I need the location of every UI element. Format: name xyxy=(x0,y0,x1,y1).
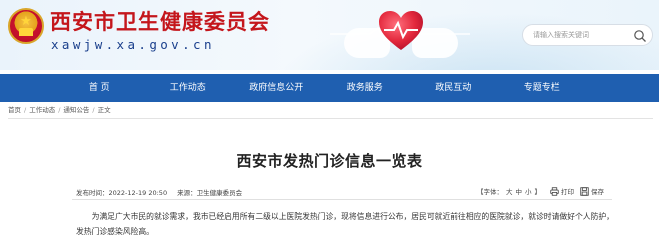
nav-item-topics[interactable]: 专题专栏 xyxy=(498,74,587,102)
search-icon[interactable] xyxy=(633,29,647,43)
heart-hands-icon xyxy=(330,4,470,68)
search-input[interactable] xyxy=(533,28,629,42)
save-label: 保存 xyxy=(591,188,604,196)
article-source: 来源：卫生健康委员会 xyxy=(177,189,243,197)
main-nav: 首 页 工作动态 政府信息公开 政务服务 政民互动 专题专栏 xyxy=(0,74,659,102)
search-box[interactable] xyxy=(522,24,653,46)
breadcrumb-divider xyxy=(8,118,653,119)
nav-item-interaction[interactable]: 政民互动 xyxy=(409,74,498,102)
site-header: ★ 西安市卫生健康委员会 xawjw.xa.gov.cn xyxy=(0,0,659,70)
font-size-close: 】 xyxy=(534,188,542,196)
font-size-small[interactable]: 小 xyxy=(525,186,532,196)
font-size-large[interactable]: 大 xyxy=(506,186,513,196)
breadcrumb-home[interactable]: 首页 xyxy=(8,104,21,116)
breadcrumb-work-news[interactable]: 工作动态 xyxy=(29,104,55,116)
national-emblem-icon: ★ xyxy=(8,8,44,44)
nav-item-services[interactable]: 政务服务 xyxy=(321,74,410,102)
breadcrumb-separator: / xyxy=(92,106,95,114)
print-icon xyxy=(550,186,559,196)
breadcrumb: 首页 / 工作动态 / 通知公告 / 正文 xyxy=(8,104,111,116)
breadcrumb-current: 正文 xyxy=(97,106,111,114)
print-label: 打印 xyxy=(561,188,574,196)
nav-item-gov-info[interactable]: 政府信息公开 xyxy=(232,74,321,102)
site-title[interactable]: 西安市卫生健康委员会 xyxy=(50,6,270,36)
font-size-medium[interactable]: 中 xyxy=(516,186,523,196)
publish-time: 发布时间：2022-12-19 20:50 xyxy=(76,189,168,197)
breadcrumb-notices[interactable]: 通知公告 xyxy=(63,104,89,116)
nav-item-home[interactable]: 首 页 xyxy=(55,74,144,102)
meta-divider xyxy=(72,199,612,200)
article-paragraph: 为满足广大市民的就诊需求，我市已经启用所有二级以上医院发热门诊，现将信息进行公布… xyxy=(76,212,614,236)
save-button[interactable]: 保存 xyxy=(580,186,604,196)
breadcrumb-separator: / xyxy=(58,106,61,114)
nav-item-work-news[interactable]: 工作动态 xyxy=(144,74,233,102)
print-button[interactable]: 打印 xyxy=(550,186,574,196)
save-icon xyxy=(580,186,589,196)
article-title: 西安市发热门诊信息一览表 xyxy=(236,152,423,170)
breadcrumb-separator: / xyxy=(24,106,27,114)
article-tools: 【字体： 大 中 小 】 打印 保存 xyxy=(477,186,604,196)
article-meta: 发布时间：2022-12-19 20:50 来源：卫生健康委员会 xyxy=(76,187,250,197)
font-size-label: 【字体： xyxy=(477,188,503,196)
site-domain: xawjw.xa.gov.cn xyxy=(51,37,215,52)
